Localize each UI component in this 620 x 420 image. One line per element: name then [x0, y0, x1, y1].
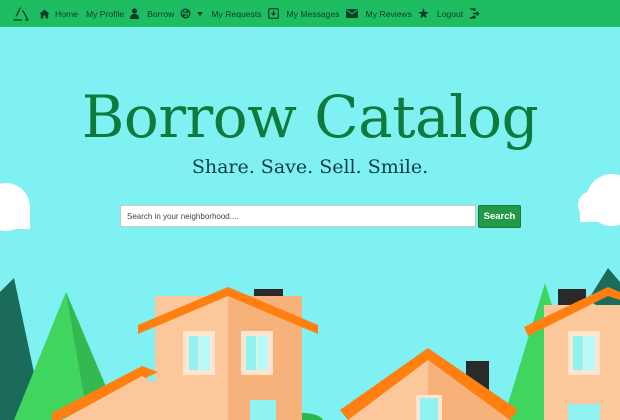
search-input[interactable] [120, 205, 476, 227]
cloud-right [578, 174, 620, 226]
search-bar: Search [120, 205, 522, 228]
page-title: Borrow Catalog [81, 83, 539, 151]
tagline: Share. Save. Sell. Smile. [191, 156, 429, 178]
page: Home My Profile Borrow My Requests My Me… [0, 0, 620, 420]
search-button[interactable]: Search [478, 205, 521, 228]
cloud-left [0, 183, 30, 231]
